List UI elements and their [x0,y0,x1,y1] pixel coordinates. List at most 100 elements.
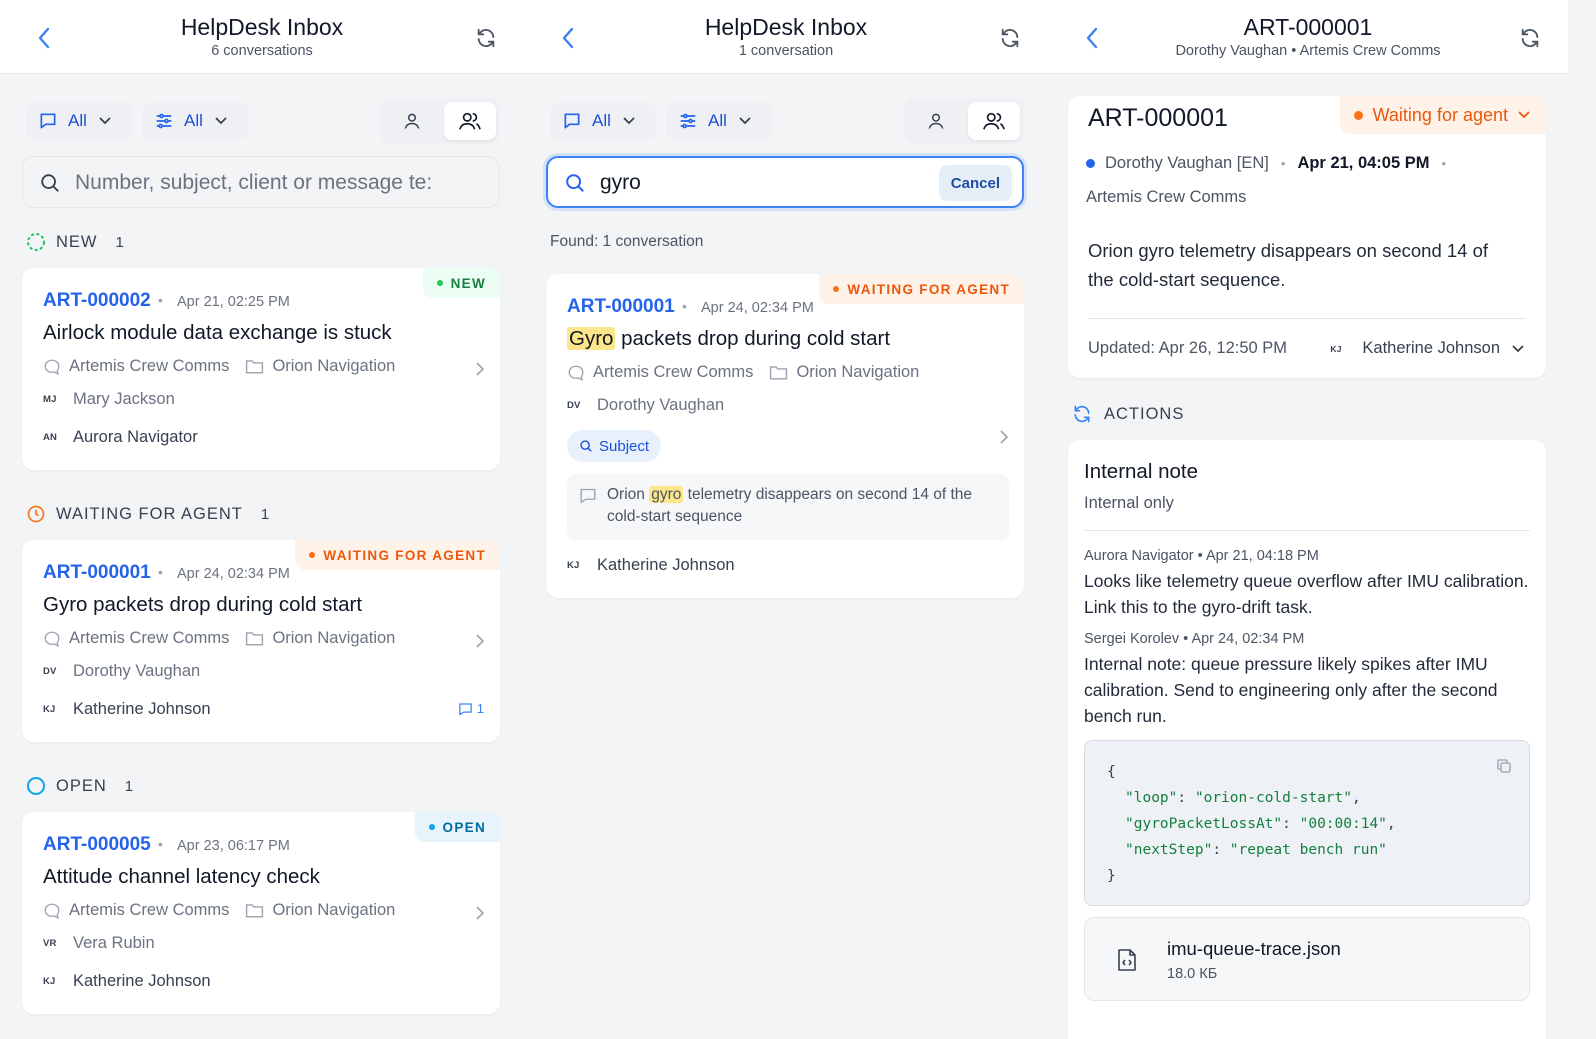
conversation-count: 1 conversation [738,43,834,59]
ticket-header-subtitle: Dorothy Vaughan • Artemis Crew Comms [1175,43,1441,59]
search-found-count: Found: 1 conversation [550,233,704,250]
channel-filter-label: All [592,111,611,130]
ticket-channel: Artemis Crew Comms [69,629,230,647]
new-status-icon [27,233,45,251]
agent-avatar: AN [43,432,58,443]
separator-dot: • [158,292,163,308]
channel-filter-dropdown[interactable]: All [550,102,656,140]
refresh-button[interactable] [1516,24,1544,52]
note-entry-meta: Sergei Korolev • Apr 24, 02:34 PM [1084,631,1305,647]
sliders-icon [156,113,172,129]
status-badge: WAITING FOR AGENT [295,540,500,570]
copy-icon[interactable] [1495,757,1513,775]
message-snippet: Orion gyro telemetry disappears on secon… [567,474,1009,540]
code-block: { "loop": "orion-cold-start", "gyroPacke… [1084,740,1530,906]
channel-filter-dropdown[interactable]: All [26,102,132,140]
assignee-dropdown[interactable]: KJ Katherine Johnson [1330,339,1524,358]
ticket-description: Orion gyro telemetry disappears on secon… [1088,240,1489,290]
ticket-agent: KJ Katherine Johnson [567,556,735,574]
attachment-item[interactable]: imu-queue-trace.json 18.0 КБ [1084,917,1530,1001]
note-visibility: Internal only [1084,494,1174,512]
ticket-card[interactable]: NEW ART-000002 • Apr 21, 02:25 PM Airloc… [22,268,500,470]
ticket-client-line: Dorothy Vaughan [EN] • Apr 21, 04:05 PM … [1086,154,1458,173]
scroll-gutter [1568,0,1596,1039]
priority-filter-dropdown[interactable]: All [142,102,248,140]
status-dropdown[interactable]: Waiting for agent [1339,96,1546,134]
divider [1088,318,1526,319]
search-icon [41,174,59,192]
refresh-icon [1521,28,1539,48]
cancel-search-button[interactable]: Cancel [938,165,1012,201]
all-tickets-toggle[interactable] [968,102,1020,140]
ticket-card[interactable]: OPEN ART-000005 • Apr 23, 06:17 PM Attit… [22,812,500,1014]
message-icon [459,702,472,715]
inbox-list-pane: HelpDesk Inbox 6 conversations All All N… [0,0,524,1039]
section-label: WAITING FOR AGENT [56,504,243,523]
ticket-date: Apr 24, 02:34 PM [701,300,814,316]
separator-dot: • [682,298,687,314]
ticket-number: ART-000001 [1088,104,1228,132]
ticket-meta: Artemis Crew Comms Orion Navigation [43,629,395,648]
code-line: "gyroPacketLossAt": "00:00:14", [1125,816,1396,832]
ticket-client: DV Dorothy Vaughan [567,396,725,414]
code-line: "loop": "orion-cold-start", [1125,790,1361,806]
client-online-dot [1086,159,1095,168]
my-tickets-toggle[interactable] [386,102,438,140]
priority-filter-dropdown[interactable]: All [666,102,772,140]
refresh-button[interactable] [472,24,500,52]
folder-icon [246,632,264,646]
actions-section-title: ACTIONS [1072,404,1184,424]
section-waiting-for-agent[interactable]: WAITING FOR AGENT 1 [26,504,269,524]
page-title: HelpDesk Inbox [180,14,344,40]
ticket-channel: Artemis Crew Comms [1086,188,1247,206]
section-new[interactable]: NEW 1 [26,232,124,252]
ticket-channel: Artemis Crew Comms [69,357,230,375]
chat-icon [564,113,580,129]
ticket-client: Dorothy Vaughan [EN] [1105,154,1269,172]
ticket-header: ART-000001 Dorothy Vaughan • Artemis Cre… [1048,0,1568,74]
scope-toggle [904,98,1024,144]
user-icon [404,113,420,129]
search-input[interactable] [600,169,930,197]
all-tickets-toggle[interactable] [444,102,496,140]
match-field-chip: Subject [567,430,662,462]
channel-filter-label: All [68,111,87,130]
users-icon [983,112,1005,130]
ticket-project: Orion Navigation [272,357,396,375]
refresh-icon [1001,28,1019,48]
search-result-card[interactable]: WAITING FOR AGENT ART-000001 • Apr 24, 0… [546,274,1024,598]
sync-icon [1074,405,1090,423]
ticket-agent: KJ Katherine Johnson [43,972,211,990]
search-input[interactable] [75,169,465,197]
ticket-client: DV Dorothy Vaughan [43,662,201,680]
search-highlight: Gyro [567,327,616,350]
section-count: 1 [260,505,270,523]
my-tickets-toggle[interactable] [910,102,962,140]
section-count: 1 [115,233,124,251]
chat-bubble-icon [568,365,584,381]
ticket-number: ART-000002 [43,290,151,311]
agent-avatar: KJ [43,704,56,715]
message-icon [580,488,596,503]
refresh-button[interactable] [996,24,1024,52]
ticket-client: MJ Mary Jackson [43,390,175,408]
search-box [22,156,500,208]
ticket-card[interactable]: WAITING FOR AGENT ART-000001 • Apr 24, 0… [22,540,500,742]
message-count: 1 [458,701,484,716]
file-code-icon [1118,949,1136,971]
note-entry-meta: Aurora Navigator • Apr 21, 04:18 PM [1084,548,1319,564]
ticket-summary-card: ART-000001 Waiting for agent Dorothy Vau… [1068,96,1546,378]
chevron-down-icon [1518,111,1530,119]
status-badge: NEW [422,268,500,298]
ticket-project: Orion Navigation [272,629,396,647]
folder-icon [246,360,264,374]
chevron-down-icon [739,117,751,125]
user-icon [928,113,944,129]
ticket-subject: Attitude channel latency check [43,865,320,888]
client-avatar: DV [43,666,57,677]
section-open[interactable]: OPEN 1 [26,776,133,796]
agent-avatar: KJ [567,560,580,571]
ticket-subject: Gyro packets drop during cold start [43,593,363,616]
chevron-down-icon [99,117,111,125]
note-entry-text: Internal note: queue pressure likely spi… [1084,654,1498,726]
